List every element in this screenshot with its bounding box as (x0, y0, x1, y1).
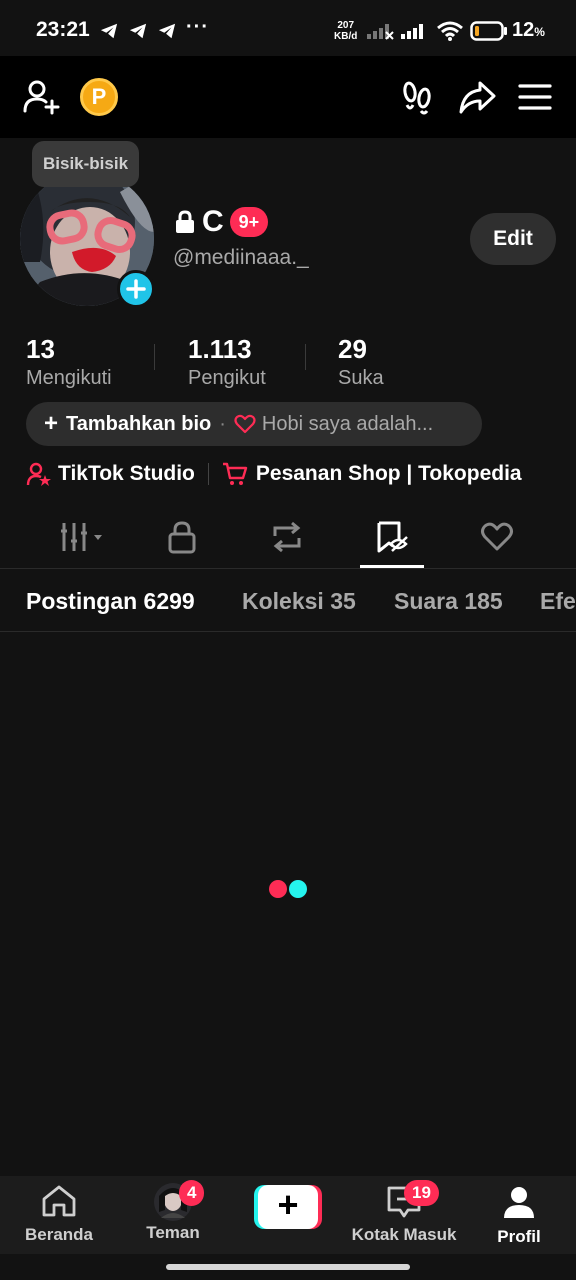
add-friend-icon[interactable] (20, 76, 62, 118)
tab-private[interactable] (150, 517, 214, 557)
signal-off-icon (367, 24, 394, 40)
home-indicator (166, 1264, 410, 1270)
stat-label: Suka (338, 367, 384, 389)
tab-collections[interactable]: Koleksi 35 (242, 588, 356, 615)
nav-home-label: Beranda (24, 1225, 94, 1244)
nav-friends-label: Teman (146, 1223, 200, 1242)
coins-icon[interactable]: P (80, 78, 118, 116)
divider (207, 463, 209, 485)
more-notifications-icon: ··· (186, 16, 209, 38)
add-bio-label: Tambahkan bio (66, 412, 212, 435)
bookmark-hidden-icon (377, 521, 408, 553)
lock-icon (168, 521, 196, 554)
nav-profile[interactable]: Profil (492, 1184, 546, 1247)
loading-dot-red (269, 880, 287, 898)
divider (154, 344, 155, 370)
whisper-tooltip[interactable]: Bisik-bisik (32, 141, 140, 187)
wifi-icon (437, 21, 463, 41)
battery-percent: 12% (512, 19, 545, 41)
heart-icon (481, 522, 513, 551)
battery-icon (470, 21, 507, 41)
stat-value: 29 (338, 334, 367, 364)
content-icon-tabs (0, 505, 576, 569)
tab-liked[interactable] (465, 517, 529, 557)
stat-following[interactable]: 13 Mengikuti (26, 334, 112, 390)
tab-grid-filter[interactable] (52, 517, 116, 557)
heart-icon (234, 414, 256, 434)
studio-user-icon (26, 462, 51, 486)
separator: · (219, 412, 226, 435)
loading-dot-cyan (289, 880, 307, 898)
stat-label: Mengikuti (26, 367, 112, 389)
add-bio-button[interactable]: + Tambahkan bio · Hobi saya adalah... (26, 402, 482, 446)
shop-orders-link[interactable]: Pesanan Shop | Tokopedia (222, 462, 522, 486)
nav-inbox-label: Kotak Masuk (351, 1225, 457, 1244)
repost-icon (273, 521, 301, 553)
stat-followers[interactable]: 1.113 Pengikut (188, 334, 266, 390)
tab-sounds[interactable]: Suara 185 (394, 588, 503, 615)
cart-icon (222, 462, 248, 485)
tab-posts[interactable]: Postingan 6299 (26, 588, 195, 615)
telegram-icon (158, 23, 176, 39)
profile-name: C (202, 205, 224, 238)
tab-reposts[interactable] (255, 517, 319, 557)
telegram-icon (129, 23, 147, 39)
status-time: 23:21 (36, 18, 90, 41)
stat-label: Pengikut (188, 367, 266, 389)
active-tab-indicator (360, 565, 424, 568)
notification-badge[interactable]: 9+ (229, 207, 269, 237)
profile-name-row: C 9+ (174, 205, 269, 239)
stat-value: 13 (26, 334, 55, 364)
loading-indicator (269, 880, 307, 903)
edit-profile-button[interactable]: Edit (470, 213, 556, 265)
stat-value: 1.113 (188, 334, 252, 364)
tiktok-studio-label: TikTok Studio (58, 462, 195, 485)
tiktok-studio-link[interactable]: TikTok Studio (26, 461, 195, 487)
menu-icon[interactable] (514, 76, 556, 118)
nav-profile-label: Profil (497, 1227, 541, 1246)
username: @mediinaaa._ (173, 246, 309, 269)
tab-effects[interactable]: Efe (540, 588, 576, 615)
plus-icon: + (44, 410, 59, 437)
signal-icon (401, 24, 423, 39)
add-story-button[interactable] (117, 270, 155, 308)
divider (305, 344, 306, 370)
telegram-icon (100, 23, 118, 39)
network-speed: 207 KB/d (334, 20, 358, 42)
plus-icon (126, 279, 146, 299)
home-icon (42, 1185, 76, 1217)
profile-icon (504, 1187, 534, 1218)
grid-filter-icon (61, 523, 102, 551)
shop-orders-label: Pesanan Shop | Tokopedia (255, 462, 522, 485)
footprints-icon[interactable] (396, 76, 438, 118)
create-plus-label: + (277, 1184, 299, 1225)
tab-favorites-hidden[interactable] (360, 517, 424, 557)
stat-likes[interactable]: 29 Suka (338, 334, 384, 390)
content-text-tabs: Postingan 6299 Koleksi 35 Suara 185 Efe (0, 570, 576, 632)
nav-home[interactable]: Beranda (24, 1184, 94, 1245)
bio-hint: Hobi saya adalah... (261, 412, 434, 435)
inbox-badge: 19 (404, 1180, 439, 1206)
create-button[interactable]: + (254, 1184, 322, 1229)
status-bar: 23:21 ··· 207 KB/d 12% (0, 0, 576, 56)
share-icon[interactable] (456, 76, 498, 118)
profile-links: TikTok Studio Pesanan Shop | Tokopedia (26, 458, 522, 490)
lock-icon (176, 210, 194, 233)
